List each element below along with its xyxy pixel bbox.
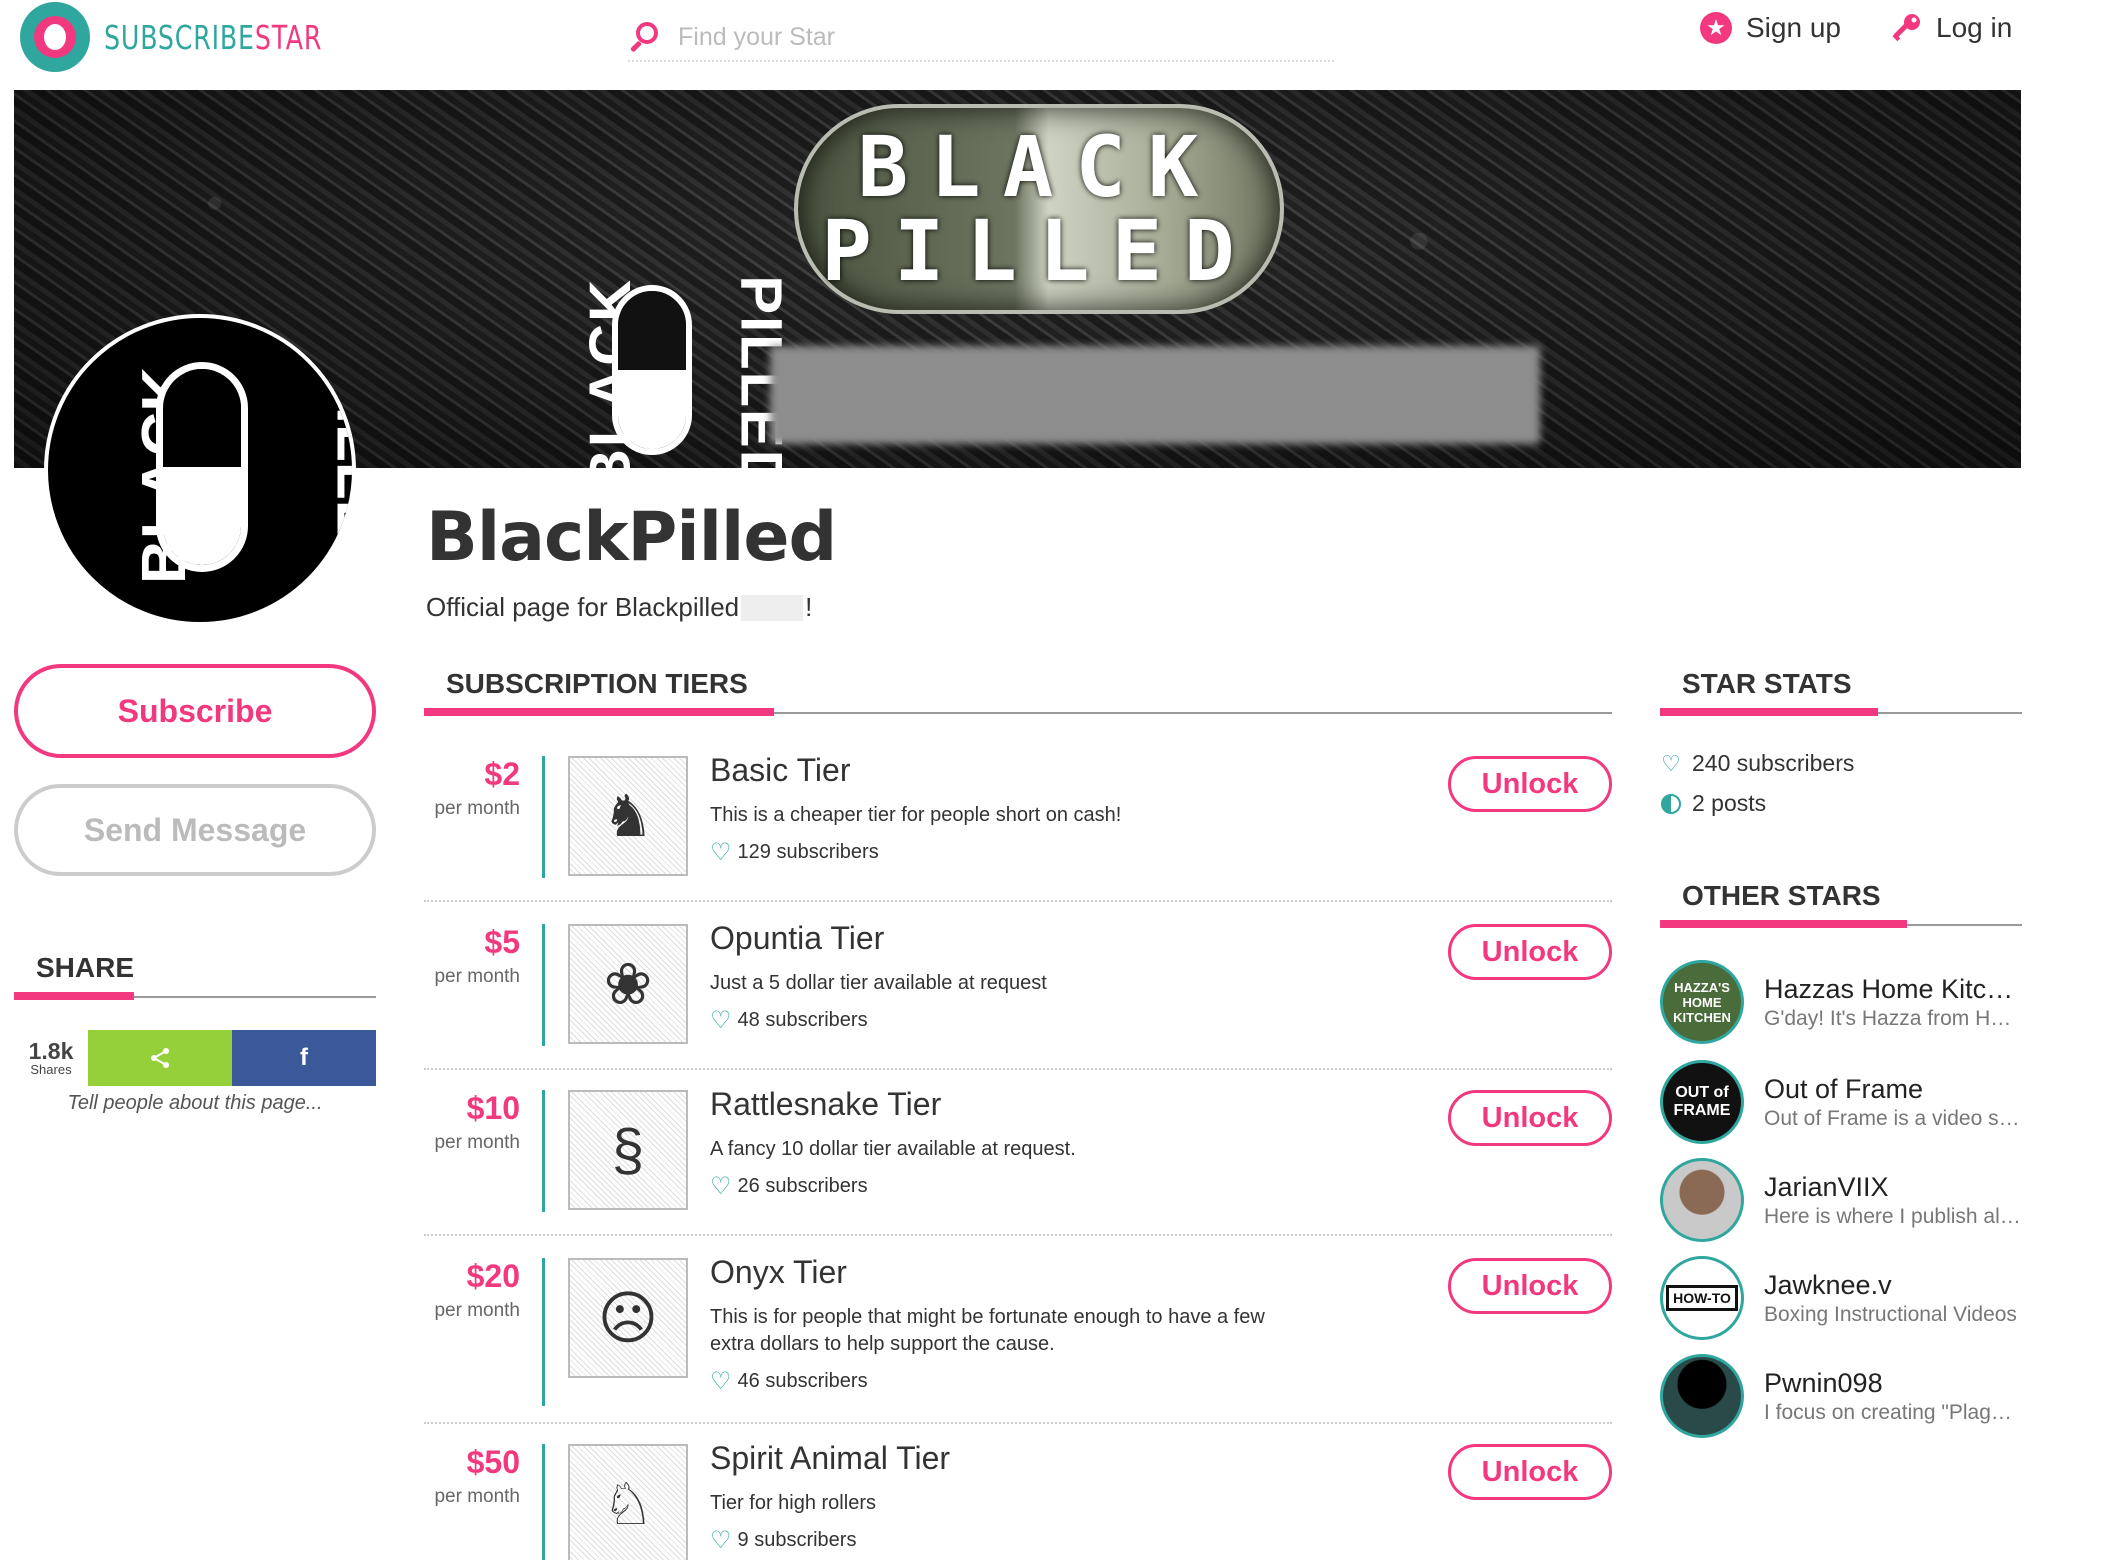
subscribestar-logo-icon — [20, 2, 90, 72]
unlock-button[interactable]: Unlock — [1448, 1444, 1612, 1500]
tier-price: $50 per month — [434, 1444, 520, 1507]
share-count: 1.8k Shares — [28, 1037, 74, 1077]
rider-illustration-icon: ♞ — [568, 756, 688, 876]
snake-illustration-icon: § — [568, 1090, 688, 1210]
heart-icon: ♡ — [1661, 750, 1681, 776]
star-avatar — [1660, 1354, 1744, 1438]
share-note: Tell people about this page... — [67, 1092, 323, 1114]
profile-avatar: BLACK PILLED — [44, 314, 356, 626]
other-stars-heading: OTHER STARS — [1660, 880, 2022, 928]
tier-price: $10 per month — [434, 1090, 520, 1153]
login-link[interactable]: Log in — [1890, 12, 2012, 44]
share-button[interactable] — [88, 1030, 232, 1086]
redacted-text — [741, 594, 804, 621]
stats-heading: STAR STATS — [1660, 668, 2022, 716]
subscribe-button[interactable]: Subscribe — [14, 664, 376, 758]
star-description: Boxing Instructional Videos — [1764, 1303, 2017, 1326]
tier-price: $5 per month — [434, 924, 520, 987]
heart-icon: ♡ — [710, 838, 732, 866]
tier-name: Opuntia Tier — [710, 920, 885, 956]
banner-pill-logo: BLACK PILLED — [577, 275, 794, 468]
other-star-item[interactable]: Pwnin098 I focus on creating "Plague" con… — [1660, 1354, 2022, 1438]
page-title: BlackPilled — [426, 498, 837, 577]
star-avatar — [1660, 1158, 1744, 1242]
tiers-heading: SUBSCRIPTION TIERS — [424, 668, 1612, 716]
star-name: Hazzas Home Kitchen — [1764, 974, 2022, 1004]
tier-name: Spirit Animal Tier — [710, 1440, 951, 1476]
tier-description: This is a cheaper tier for people short … — [710, 804, 1122, 826]
star-avatar: OUT of FRAME — [1660, 1060, 1744, 1144]
other-star-item[interactable]: HAZZA'S HOME KITCHEN Hazzas Home Kitchen… — [1660, 960, 2022, 1044]
search-icon[interactable] — [628, 20, 662, 54]
star-name: Pwnin098 — [1764, 1368, 1883, 1398]
redacted-banner-text — [770, 346, 1540, 444]
tier-description: This is for people that might be fortuna… — [710, 1306, 1265, 1355]
send-message-button[interactable]: Send Message — [14, 784, 376, 876]
heart-icon: ♡ — [710, 1172, 732, 1200]
login-label: Log in — [1936, 12, 2013, 43]
star-description: Out of Frame is a video series — [1764, 1107, 2022, 1130]
site-name: SUBSCRIBESTAR — [104, 17, 323, 57]
unlock-button[interactable]: Unlock — [1448, 1258, 1612, 1314]
share-icon — [151, 1048, 169, 1068]
search-bar — [628, 14, 1334, 62]
tier-subscribers: ♡ 9 subscribers — [710, 1526, 857, 1554]
star-avatar: HOW-TO — [1660, 1256, 1744, 1340]
tier-description: Tier for high rollers — [710, 1492, 876, 1514]
tier-subscribers: ♡ 46 subscribers — [710, 1367, 868, 1395]
star-name: JarianVIIX — [1764, 1172, 1889, 1202]
facebook-share-button[interactable]: f — [232, 1030, 376, 1086]
tier-name: Basic Tier — [710, 752, 851, 788]
star-name: Jawknee.v — [1764, 1270, 1892, 1300]
other-star-item[interactable]: JarianVIIX Here is where I publish all my… — [1660, 1158, 2022, 1242]
tier-price: $20 per month — [434, 1258, 520, 1321]
other-star-item[interactable]: HOW-TO Jawknee.v Boxing Instructional Vid… — [1660, 1256, 2022, 1340]
tier-name: Onyx Tier — [710, 1254, 847, 1290]
tier-description: A fancy 10 dollar tier available at requ… — [710, 1138, 1076, 1160]
banner-capsule-image: BLACK PILLED — [794, 104, 1284, 314]
tier-price: $2 per month — [434, 756, 520, 819]
stat-subscribers: ♡ 240 subscribers — [1661, 750, 1855, 776]
page-description: Official page for Blackpilled! — [426, 592, 813, 622]
signup-link[interactable]: ★ Sign up — [1700, 12, 1841, 44]
fox-illustration-icon: ♘ — [568, 1444, 688, 1560]
facebook-icon: f — [300, 1044, 308, 1071]
posts-icon — [1660, 793, 1682, 815]
unlock-button[interactable]: Unlock — [1448, 924, 1612, 980]
tier-name: Rattlesnake Tier — [710, 1086, 942, 1122]
tier-subscribers: ♡ 26 subscribers — [710, 1172, 868, 1200]
star-avatar: HAZZA'S HOME KITCHEN — [1660, 960, 1744, 1044]
key-icon — [1890, 12, 1922, 44]
signup-label: Sign up — [1746, 12, 1841, 43]
star-icon: ★ — [1700, 12, 1732, 44]
heart-icon: ♡ — [710, 1526, 732, 1554]
star-description: I focus on creating "Plague" content — [1764, 1401, 2022, 1424]
star-description: G'day! It's Hazza from Hazzas Home Kitch… — [1764, 1007, 2022, 1030]
heart-icon: ♡ — [710, 1006, 732, 1034]
star-description: Here is where I publish all my content — [1764, 1205, 2022, 1228]
share-heading: SHARE — [14, 952, 376, 1000]
frog-illustration-icon: ☹ — [568, 1258, 688, 1378]
tier-subscribers: ♡ 129 subscribers — [710, 838, 879, 866]
tier-subscribers: ♡ 48 subscribers — [710, 1006, 868, 1034]
unlock-button[interactable]: Unlock — [1448, 1090, 1612, 1146]
share-bar: 1.8k Shares f — [14, 1030, 376, 1086]
search-input[interactable] — [678, 22, 1278, 52]
banner-line-2: PILLED — [821, 202, 1257, 300]
heart-icon: ♡ — [710, 1367, 732, 1395]
tier-description: Just a 5 dollar tier available at reques… — [710, 972, 1047, 994]
other-star-item[interactable]: OUT of FRAME Out of Frame Out of Frame is… — [1660, 1060, 2022, 1144]
site-logo[interactable]: SUBSCRIBESTAR — [20, 2, 361, 72]
cactus-illustration-icon: ❀ — [568, 924, 688, 1044]
stat-posts: 2 posts — [1660, 790, 1766, 817]
unlock-button[interactable]: Unlock — [1448, 756, 1612, 812]
banner-line-1: BLACK — [857, 118, 1221, 216]
star-name: Out of Frame — [1764, 1074, 1924, 1104]
